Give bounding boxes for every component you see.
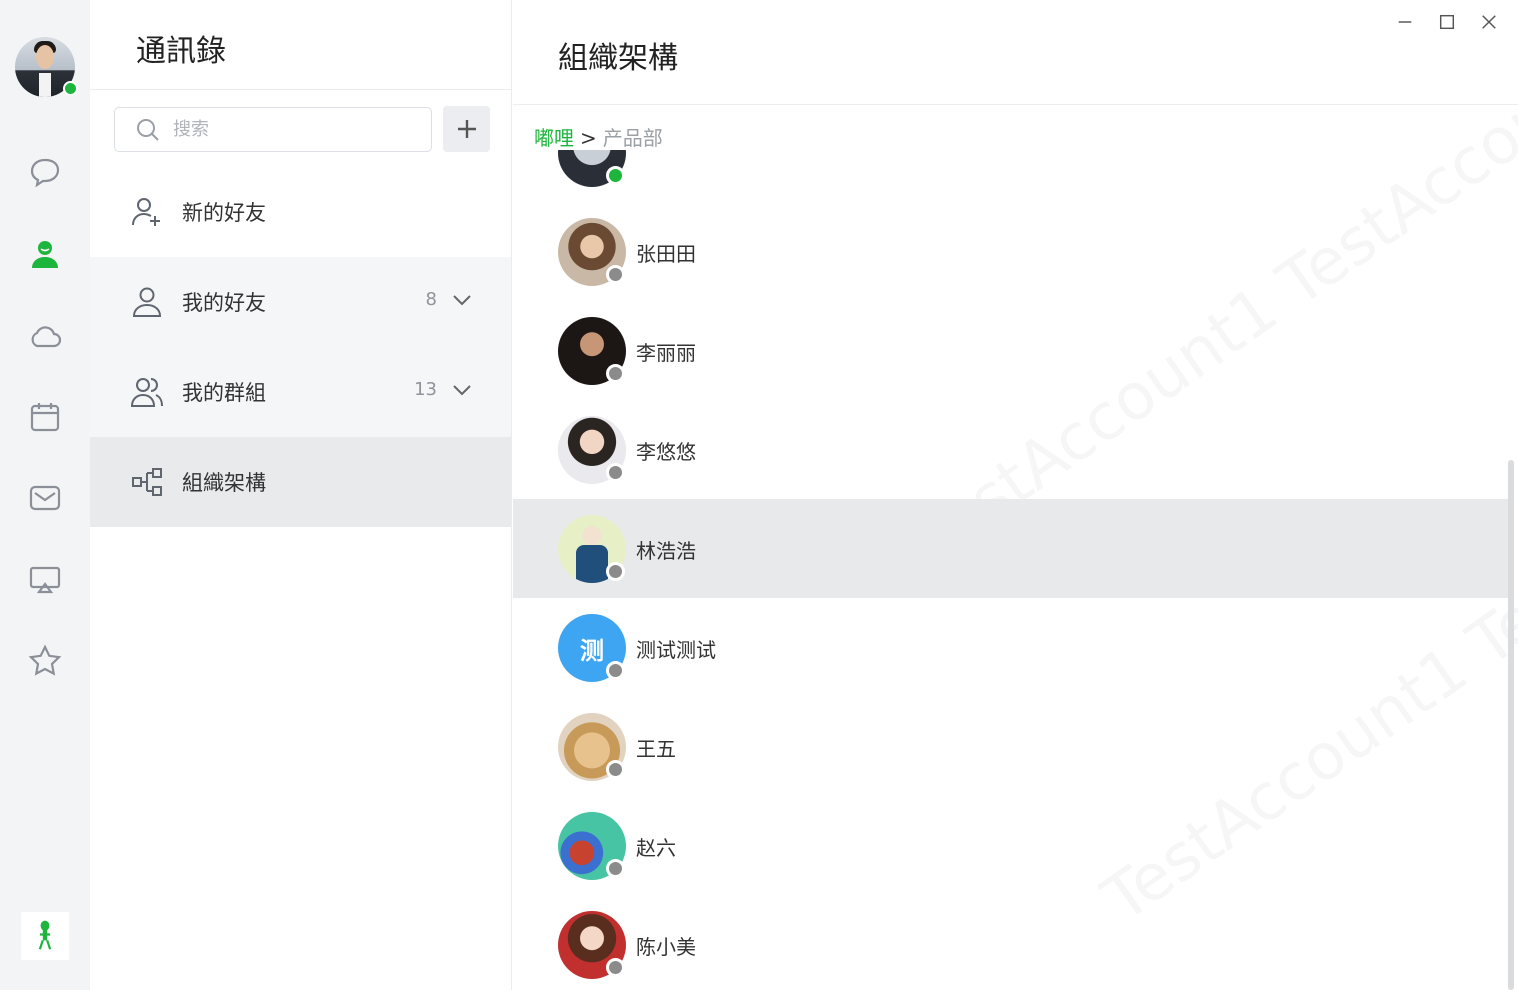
close-button[interactable] — [1477, 10, 1501, 34]
online-status-dot — [63, 81, 78, 96]
nav-new-friends[interactable]: 新的好友 — [90, 167, 511, 257]
chevron-down-icon[interactable] — [450, 378, 474, 402]
status-dot — [606, 760, 625, 779]
scrollbar[interactable] — [1508, 460, 1514, 990]
chevron-down-icon[interactable] — [450, 288, 474, 312]
breadcrumb-separator: > — [580, 126, 597, 150]
contact-row-selected[interactable]: 林浩浩 — [513, 499, 1508, 598]
contacts-icon[interactable] — [23, 232, 67, 276]
friend-count: 8 — [425, 289, 437, 310]
contact-name: 张田田 — [636, 242, 696, 266]
status-dot — [606, 364, 625, 383]
contact-row[interactable] — [513, 150, 1508, 202]
breadcrumb: 嘟哩 > 产品部 — [534, 122, 663, 151]
sidebar-title: 通訊錄 — [136, 34, 226, 69]
status-dot — [606, 166, 625, 185]
add-button[interactable] — [443, 106, 490, 152]
status-dot — [606, 562, 625, 581]
breadcrumb-root[interactable]: 嘟哩 — [534, 126, 574, 150]
status-dot — [606, 859, 625, 878]
contact-name: 赵六 — [636, 836, 676, 860]
status-dot — [606, 661, 625, 680]
screen-share-icon[interactable] — [23, 558, 67, 602]
close-icon — [1482, 15, 1496, 29]
group-icon — [130, 378, 163, 407]
status-dot — [606, 265, 625, 284]
nav-org-chart[interactable]: 組織架構 — [90, 437, 511, 527]
search-box[interactable] — [114, 107, 432, 152]
org-chart-icon — [132, 468, 162, 496]
app-logo-icon — [21, 912, 69, 960]
contact-row[interactable]: 测 测试测试 — [513, 598, 1508, 697]
add-friend-icon — [132, 198, 160, 226]
contact-row[interactable]: 张田田 — [513, 202, 1508, 301]
chat-icon[interactable] — [23, 150, 67, 194]
contact-name: 李悠悠 — [636, 440, 696, 464]
minimize-button[interactable] — [1393, 10, 1417, 34]
contact-name: 林浩浩 — [636, 539, 696, 563]
maximize-button[interactable] — [1435, 10, 1459, 34]
breadcrumb-current: 产品部 — [602, 126, 663, 150]
page-title: 組織架構 — [558, 41, 678, 76]
contact-name: 李丽丽 — [636, 341, 696, 365]
calendar-icon[interactable] — [23, 395, 67, 439]
nav-label: 我的好友 — [182, 291, 266, 315]
app-window: 通訊錄 新的好友 我的好友 8 我的群組 13 組織架構 — [0, 0, 1518, 990]
mail-icon[interactable] — [23, 476, 67, 520]
star-icon[interactable] — [23, 639, 67, 683]
cloud-icon[interactable] — [23, 314, 67, 358]
group-count: 13 — [414, 379, 437, 400]
contact-row[interactable]: 王五 — [513, 697, 1508, 796]
nav-label: 新的好友 — [182, 201, 266, 225]
contacts-sidebar: 通訊錄 新的好友 我的好友 8 我的群組 13 組織架構 — [90, 0, 512, 990]
contact-row[interactable]: 陈小美 — [513, 895, 1508, 990]
status-dot — [606, 463, 625, 482]
minimize-icon — [1398, 21, 1412, 23]
contact-row[interactable]: 李丽丽 — [513, 301, 1508, 400]
status-dot — [606, 958, 625, 977]
contact-row[interactable]: 李悠悠 — [513, 400, 1508, 499]
friend-icon — [132, 287, 162, 317]
nav-label: 組織架構 — [182, 471, 266, 495]
nav-label: 我的群組 — [182, 381, 266, 405]
divider — [90, 89, 512, 90]
search-icon — [137, 118, 159, 141]
contact-list[interactable]: 张田田 李丽丽 李悠悠 林浩浩 测 测试测试 王五 赵六 陈小美 — [513, 150, 1508, 990]
org-chart-panel: TestAccount1 TestAccount1 TestAccount1 T… — [513, 0, 1518, 990]
nav-my-friends[interactable]: 我的好友 8 — [90, 257, 511, 347]
contact-name: 测试测试 — [636, 638, 716, 662]
search-input[interactable] — [173, 119, 413, 140]
contact-name: 王五 — [636, 737, 676, 761]
nav-my-groups[interactable]: 我的群組 13 — [90, 347, 511, 437]
left-rail — [0, 0, 90, 990]
plus-icon — [457, 120, 476, 138]
maximize-icon — [1439, 14, 1455, 30]
divider — [513, 104, 1518, 105]
contact-name: 陈小美 — [636, 935, 696, 959]
contact-row[interactable]: 赵六 — [513, 796, 1508, 895]
